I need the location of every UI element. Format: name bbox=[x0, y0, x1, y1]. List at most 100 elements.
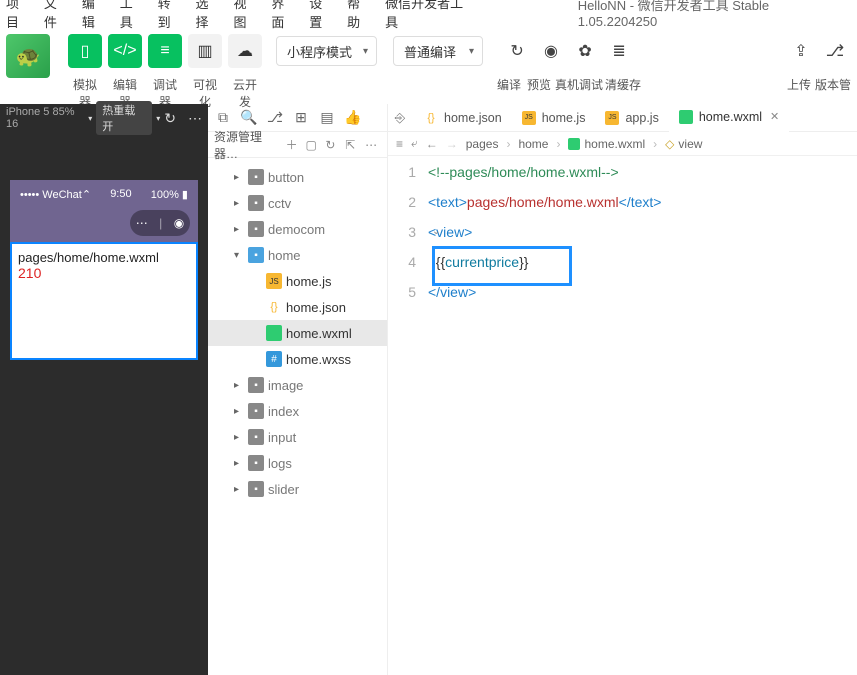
crumb-home[interactable]: home bbox=[518, 137, 548, 151]
crumb-pages[interactable]: pages bbox=[466, 137, 499, 151]
menu-project[interactable]: 项目 bbox=[6, 0, 32, 31]
tree-item-label: index bbox=[268, 404, 299, 419]
more-tree-icon[interactable]: ⋯ bbox=[365, 138, 381, 152]
tree-item-label: slider bbox=[268, 482, 299, 497]
menu-file[interactable]: 文件 bbox=[44, 0, 70, 31]
layout-icon[interactable]: ⊞ bbox=[290, 107, 312, 129]
branch-icon[interactable]: ⎇ bbox=[264, 107, 286, 129]
goto-icon[interactable]: ⎆ bbox=[388, 106, 412, 130]
editor-panel: ⎆ {}home.jsonJShome.jsJSapp.jshome.wxml✕… bbox=[388, 104, 857, 675]
collapse-icon[interactable]: ⇱ bbox=[345, 138, 361, 152]
code-icon: </> bbox=[113, 42, 136, 60]
menu-edit[interactable]: 编辑 bbox=[82, 0, 108, 31]
version-button[interactable]: ⎇ bbox=[821, 34, 849, 68]
db-icon[interactable]: ▤ bbox=[316, 107, 338, 129]
forward-icon[interactable]: → bbox=[446, 137, 458, 151]
list-icon[interactable]: ≡ bbox=[396, 137, 403, 151]
refresh-icon: ↻ bbox=[510, 41, 523, 61]
window-title: HelloNN - 微信开发者工具 Stable 1.05.2204250 bbox=[578, 0, 851, 29]
chevron-icon: ▸ bbox=[234, 198, 244, 209]
tree-item-home-json[interactable]: {}home.json bbox=[208, 294, 387, 320]
wxss-icon: # bbox=[266, 351, 282, 367]
code-content: <!--pages/home/home.wxml--> bbox=[428, 164, 619, 180]
tab-home-wxml[interactable]: home.wxml✕ bbox=[669, 104, 789, 132]
phone-icon: ▯ bbox=[81, 41, 90, 61]
close-icon[interactable]: ✕ bbox=[770, 110, 779, 123]
tree-item-input[interactable]: ▸▪input bbox=[208, 424, 387, 450]
code-editor[interactable]: 1<!--pages/home/home.wxml-->2<text>pages… bbox=[388, 156, 857, 322]
menu-view[interactable]: 视图 bbox=[233, 0, 259, 31]
back-icon[interactable]: ← bbox=[426, 137, 438, 151]
bug-icon: ✿ bbox=[578, 41, 591, 61]
tree-item-home[interactable]: ▾▪home bbox=[208, 242, 387, 268]
capsule-buttons[interactable]: ⋯ | ◉ bbox=[130, 210, 190, 236]
tree-item-cctv[interactable]: ▸▪cctv bbox=[208, 190, 387, 216]
tree-item-image[interactable]: ▸▪image bbox=[208, 372, 387, 398]
workspace: iPhone 5 85% 16▾ 热重载 开▾ ↻ ⋯ ••••• WeChat… bbox=[0, 104, 857, 675]
menu-ui[interactable]: 界面 bbox=[271, 0, 297, 31]
tree-item-button[interactable]: ▸▪button bbox=[208, 164, 387, 190]
search-icon[interactable]: 🔍 bbox=[238, 107, 260, 129]
new-folder-icon[interactable]: ▢ bbox=[305, 138, 321, 152]
tree-item-democom[interactable]: ▸▪democom bbox=[208, 216, 387, 242]
label-realdbg: 真机调试 bbox=[555, 76, 603, 93]
refresh-sim-button[interactable]: ↻ bbox=[164, 110, 176, 127]
folder-icon: ▪ bbox=[248, 221, 264, 237]
label-clear: 清缓存 bbox=[605, 76, 641, 93]
tree-item-home-wxml[interactable]: home.wxml bbox=[208, 320, 387, 346]
code-line-1[interactable]: 1<!--pages/home/home.wxml--> bbox=[388, 164, 857, 194]
tab-app-js[interactable]: JSapp.js bbox=[595, 104, 668, 132]
menu-goto[interactable]: 转到 bbox=[158, 0, 184, 31]
menu-devtools[interactable]: 微信开发者工具 bbox=[385, 0, 476, 31]
code-line-2[interactable]: 2<text>pages/home/home.wxml</text> bbox=[388, 194, 857, 224]
visual-toggle[interactable]: ▥ bbox=[188, 34, 222, 68]
tree-item-index[interactable]: ▸▪index bbox=[208, 398, 387, 424]
fold-icon[interactable]: ⌄ bbox=[432, 226, 440, 237]
menu-settings[interactable]: 设置 bbox=[309, 0, 335, 31]
thumb-icon[interactable]: 👍 bbox=[342, 107, 364, 129]
device-label[interactable]: iPhone 5 85% 16 bbox=[6, 106, 84, 130]
debugger-toggle[interactable]: ≡ bbox=[148, 34, 182, 68]
phone-page[interactable]: pages/home/home.wxml 210 bbox=[10, 242, 198, 360]
code-line-5[interactable]: 5</view> bbox=[388, 284, 857, 314]
refresh-tree-icon[interactable]: ↻ bbox=[325, 138, 341, 152]
cloud-toggle[interactable]: ☁ bbox=[228, 34, 262, 68]
tree-item-home-js[interactable]: JShome.js bbox=[208, 268, 387, 294]
more-sim-button[interactable]: ⋯ bbox=[188, 110, 202, 127]
compile-button[interactable]: ↻ bbox=[503, 34, 531, 68]
editor-toggle[interactable]: </> bbox=[108, 34, 142, 68]
editor-toolbar: ⎆ {}home.jsonJShome.jsJSapp.jshome.wxml✕ bbox=[388, 104, 857, 132]
clearcache-button[interactable]: ≣ bbox=[605, 34, 633, 68]
realdebug-button[interactable]: ✿ bbox=[571, 34, 599, 68]
crumb-file[interactable]: home.wxml bbox=[584, 137, 645, 151]
phone-statusbar: ••••• WeChat⌃ 9:50 100% ▮ bbox=[10, 180, 198, 208]
tab-home-js[interactable]: JShome.js bbox=[512, 104, 596, 132]
tree-item-label: home.wxml bbox=[286, 326, 352, 341]
line-number: 5 bbox=[388, 284, 428, 300]
hot-reload-chip[interactable]: 热重载 开 bbox=[96, 101, 152, 135]
simulator-toggle[interactable]: ▯ bbox=[68, 34, 102, 68]
upload-button[interactable]: ⇪ bbox=[787, 34, 815, 68]
chevron-icon: ▸ bbox=[234, 406, 244, 417]
tree-item-slider[interactable]: ▸▪slider bbox=[208, 476, 387, 502]
copy-icon[interactable]: ⧉ bbox=[212, 107, 234, 129]
menu-help[interactable]: 帮助 bbox=[347, 0, 373, 31]
cloud-icon: ☁ bbox=[237, 41, 253, 61]
tree-item-home-wxss[interactable]: # home.wxss bbox=[208, 346, 387, 372]
breadcrumb: ≡ ⤶ ← → pages› home› home.wxml› ◇view bbox=[388, 132, 857, 156]
menu-select[interactable]: 选择 bbox=[196, 0, 222, 31]
compile-select[interactable]: 普通编译 bbox=[393, 36, 483, 66]
tree-item-label: home.wxss bbox=[286, 352, 351, 367]
file-tree[interactable]: ▸▪button▸▪cctv▸▪democom▾▪homeJShome.js{}… bbox=[208, 158, 387, 508]
wrap-icon[interactable]: ⤶ bbox=[411, 136, 418, 151]
menu-tool[interactable]: 工具 bbox=[120, 0, 146, 31]
tree-item-logs[interactable]: ▸▪logs bbox=[208, 450, 387, 476]
label-compile: 编译 bbox=[495, 76, 523, 93]
tab-home-json[interactable]: {}home.json bbox=[414, 104, 512, 132]
preview-button[interactable]: ◉ bbox=[537, 34, 565, 68]
tree-item-label: home bbox=[268, 248, 301, 263]
mode-select[interactable]: 小程序模式 bbox=[276, 36, 377, 66]
new-file-icon[interactable]: ＋ bbox=[286, 136, 302, 153]
crumb-element[interactable]: view bbox=[678, 137, 702, 151]
tree-item-label: democom bbox=[268, 222, 325, 237]
